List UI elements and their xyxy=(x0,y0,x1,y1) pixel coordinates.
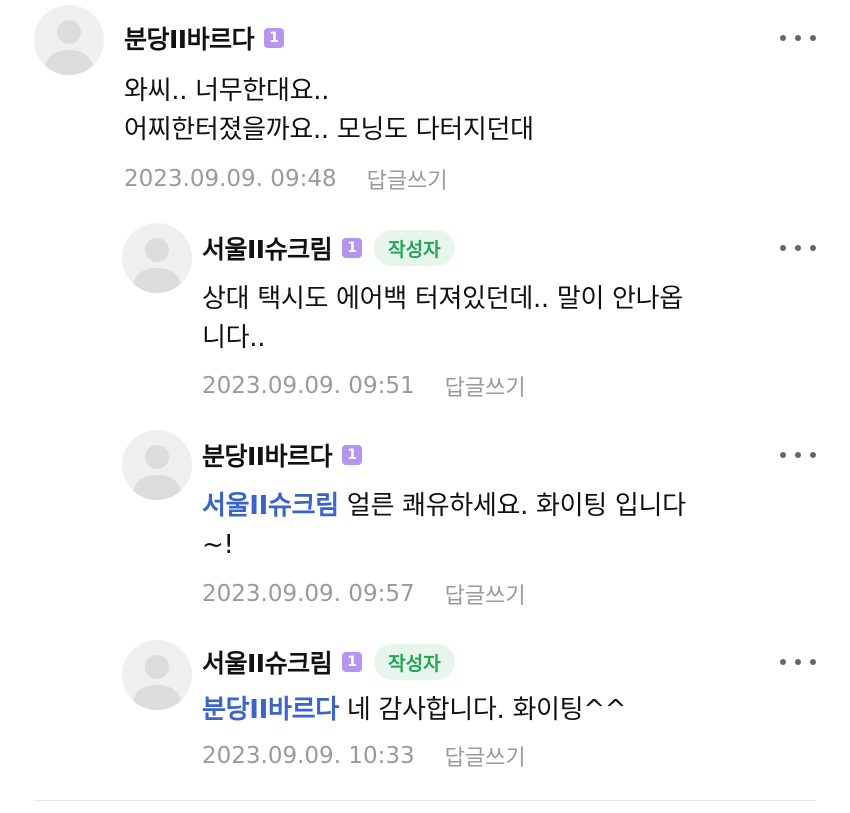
level-badge: 1 xyxy=(264,28,285,48)
mention-link[interactable]: 분당II바르다 xyxy=(202,695,339,725)
comment: 분당II바르다 1 와씨.. 너무한대요.. 어찌한터졌을까요.. 모닝도 다터… xyxy=(0,0,850,200)
comment-date: 2023.09.09. 09:48 xyxy=(124,166,337,192)
divider xyxy=(34,800,816,801)
default-profile-icon xyxy=(132,655,182,710)
more-options-icon[interactable] xyxy=(780,652,816,672)
author-name[interactable]: 서울II슈크림 xyxy=(202,230,333,266)
writer-badge: 작성자 xyxy=(374,644,455,680)
reply-comment: 서울II슈크림 1 작성자 상대 택시도 에어백 터져있던데.. 말이 안나옵 … xyxy=(0,210,850,410)
comment-text: 서울II슈크림 얼른 쾌유하세요. 화이팅 입니다 ~! xyxy=(202,487,686,565)
avatar[interactable] xyxy=(122,223,192,293)
reply-comment: 서울II슈크림 1 작성자 분당II바르다 네 감사합니다. 화이팅^^ 202… xyxy=(0,630,850,790)
reply-comment: 분당II바르다 1 서울II슈크림 얼른 쾌유하세요. 화이팅 입니다 ~! 2… xyxy=(0,420,850,620)
comment-date: 2023.09.09. 09:57 xyxy=(202,581,415,607)
comment-text: 상대 택시도 에어백 터져있던데.. 말이 안나옵 니다.. xyxy=(202,280,683,358)
comment-line: 니다.. xyxy=(202,323,266,353)
comment-date: 2023.09.09. 10:33 xyxy=(202,743,415,769)
reply-button[interactable]: 답글쓰기 xyxy=(445,740,526,772)
author-line: 분당II바르다 1 xyxy=(202,435,363,475)
default-profile-icon xyxy=(44,20,94,75)
comment-line: ~! xyxy=(202,530,234,560)
author-line: 서울II슈크림 1 작성자 xyxy=(202,642,455,682)
writer-badge: 작성자 xyxy=(374,230,455,266)
author-line: 분당II바르다 1 xyxy=(124,18,285,58)
comment-line: 분당II바르다 네 감사합니다. 화이팅^^ xyxy=(202,695,627,725)
comment-meta: 2023.09.09. 09:48 답글쓰기 xyxy=(124,163,448,195)
reply-button[interactable]: 답글쓰기 xyxy=(367,163,448,195)
comment-line: 상대 택시도 에어백 터져있던데.. 말이 안나옵 xyxy=(202,284,683,314)
comment-meta: 2023.09.09. 10:33 답글쓰기 xyxy=(202,740,526,772)
reply-button[interactable]: 답글쓰기 xyxy=(445,578,526,610)
avatar[interactable] xyxy=(122,640,192,710)
more-options-icon[interactable] xyxy=(780,445,816,465)
comment-text: 분당II바르다 네 감사합니다. 화이팅^^ xyxy=(202,691,627,730)
comment-date: 2023.09.09. 09:51 xyxy=(202,373,415,399)
default-profile-icon xyxy=(132,238,182,293)
avatar[interactable] xyxy=(34,5,104,75)
author-name[interactable]: 서울II슈크림 xyxy=(202,644,333,680)
comment-line: 서울II슈크림 얼른 쾌유하세요. 화이팅 입니다 xyxy=(202,491,686,521)
level-badge: 1 xyxy=(342,238,363,258)
author-name[interactable]: 분당II바르다 xyxy=(202,437,333,473)
level-badge: 1 xyxy=(342,652,363,672)
comment-line: 와씨.. 너무한대요.. xyxy=(124,76,330,106)
reply-button[interactable]: 답글쓰기 xyxy=(445,370,526,402)
more-options-icon[interactable] xyxy=(780,28,816,48)
mention-link[interactable]: 서울II슈크림 xyxy=(202,491,339,521)
comment-line: 어찌한터졌을까요.. 모닝도 다터지던대 xyxy=(124,115,534,145)
default-profile-icon xyxy=(132,445,182,500)
author-line: 서울II슈크림 1 작성자 xyxy=(202,228,455,268)
comment-meta: 2023.09.09. 09:57 답글쓰기 xyxy=(202,578,526,610)
level-badge: 1 xyxy=(342,445,363,465)
more-options-icon[interactable] xyxy=(780,238,816,258)
comment-meta: 2023.09.09. 09:51 답글쓰기 xyxy=(202,370,526,402)
comment-text: 와씨.. 너무한대요.. 어찌한터졌을까요.. 모닝도 다터지던대 xyxy=(124,72,534,150)
avatar[interactable] xyxy=(122,430,192,500)
author-name[interactable]: 분당II바르다 xyxy=(124,20,255,56)
